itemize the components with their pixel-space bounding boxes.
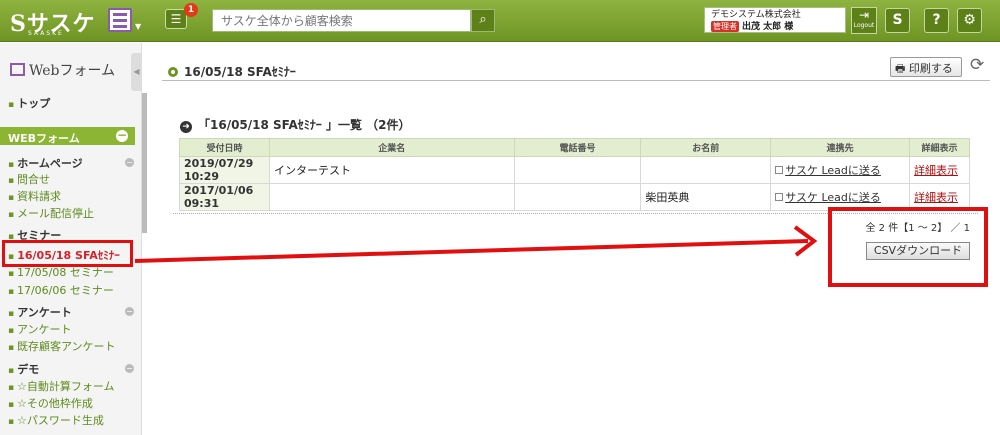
account-info: デモシステム株式会社 管理者 出茂 太郎 様 [704, 7, 846, 33]
search-icon[interactable]: ⌕ [471, 9, 495, 32]
sidebar-item-document-request[interactable]: 資料請求 [8, 188, 61, 204]
detail-link[interactable]: 詳細表示 [914, 191, 958, 204]
role-badge: 管理者 [711, 21, 739, 32]
saaske-icon[interactable]: S [885, 8, 910, 33]
column-header: 受付日時 [179, 138, 270, 157]
sidebar-item-inquiry[interactable]: 問合せ [8, 171, 50, 187]
column-header: お名前 [640, 138, 772, 157]
chevron-down-icon[interactable]: ▼ [135, 22, 141, 31]
cell-date: 2017/01/06 09:31 [179, 183, 270, 211]
annotation-highlight-box [828, 207, 988, 287]
sidebar-collapse-handle[interactable]: ◀ [131, 53, 142, 91]
column-header: 電話番号 [513, 138, 642, 157]
cell-detail: 詳細表示 [909, 156, 970, 184]
sidebar-item-auto-calc[interactable]: ☆自動計算フォーム [8, 378, 115, 394]
sidebar-group-survey[interactable]: アンケート [8, 304, 72, 320]
user-name: 出茂 太郎 様 [742, 22, 794, 32]
send-lead-link[interactable]: サスケ Leadに送る [785, 164, 881, 177]
refresh-icon[interactable]: ⟳ [970, 55, 984, 75]
list-title: ➜ 「16/05/18 SFAｾﾐﾅｰ 」一覧 （2件） [180, 116, 411, 133]
column-header: 詳細表示 [909, 138, 970, 157]
cell-phone [513, 156, 642, 184]
company-name: デモシステム株式会社 [711, 10, 801, 20]
annotation-arrow-head [793, 225, 818, 257]
circle-icon [168, 67, 178, 77]
sidebar-item-customer-survey[interactable]: 既存顧客アンケート [8, 338, 116, 354]
sidebar-title: Webフォーム [10, 60, 115, 80]
cell-company [268, 183, 515, 211]
cell-phone [513, 183, 642, 211]
logout-button[interactable]: ⇥ Logout [851, 7, 877, 34]
collapse-icon[interactable]: − [125, 158, 134, 167]
divider [162, 80, 990, 81]
sidebar-group-homepage[interactable]: ホームページ [8, 155, 82, 171]
annotation-arrow-line [134, 239, 809, 263]
cell-date: 2019/07/29 10:29 [179, 156, 270, 184]
table-row: 2019/07/29 10:29 インターテスト サスケ Leadに送る 詳細表… [179, 156, 970, 184]
entries-table: 受付日時 企業名 電話番号 お名前 連携先 詳細表示 2019/07/29 10… [179, 138, 970, 211]
arrow-right-icon: ➜ [180, 121, 192, 133]
sidebar-item-unsubscribe[interactable]: メール配信停止 [8, 205, 94, 221]
gear-icon[interactable]: ⚙ [957, 8, 982, 33]
doc-icon [775, 193, 784, 201]
logout-icon: ⇥ [858, 8, 870, 22]
sidebar-item-password[interactable]: ☆パスワード生成 [8, 412, 104, 428]
logout-label: Logout [853, 22, 875, 29]
collapse-icon[interactable]: − [125, 307, 134, 316]
page-title: 16/05/18 SFAｾﾐﾅｰ [168, 63, 296, 80]
collapse-icon[interactable]: − [116, 129, 128, 142]
printer-icon: 🖶 [895, 62, 906, 75]
top-bar: Sサスケ SAASKE ▼ ☰ 1 ⌕ デモシステム株式会社 管理者出茂 太郎 … [0, 0, 1000, 42]
help-icon[interactable]: ? [924, 8, 949, 33]
print-button[interactable]: 🖶 印刷する [890, 57, 962, 77]
cell-name: 柴田英典 [640, 183, 772, 211]
column-header: 連携先 [770, 138, 911, 157]
sidebar-item-survey[interactable]: アンケート [8, 321, 72, 337]
column-header: 企業名 [268, 138, 515, 157]
doc-icon [775, 166, 784, 174]
annotation-highlight-box [2, 240, 133, 267]
search-input[interactable] [212, 9, 471, 32]
cell-name [640, 156, 772, 184]
sidebar-item-top[interactable]: トップ [8, 95, 50, 111]
logo-subtext: SAASKE [28, 30, 64, 37]
detail-link[interactable]: 詳細表示 [914, 164, 958, 177]
sidebar-item-seminar-0508[interactable]: 17/05/08 セミナー [8, 264, 114, 280]
notification-badge: 1 [184, 3, 198, 17]
collapse-icon[interactable]: − [125, 364, 134, 373]
cell-company: インターテスト [268, 156, 515, 184]
sidebar-scrollbar[interactable] [142, 93, 147, 233]
send-lead-link[interactable]: サスケ Leadに送る [785, 191, 881, 204]
form-icon [10, 63, 25, 76]
app-menu-icon[interactable] [108, 8, 132, 32]
sidebar-item-seminar-0606[interactable]: 17/06/06 セミナー [8, 282, 114, 298]
cell-link: サスケ Leadに送る [770, 156, 911, 184]
sidebar-section-webform[interactable]: WEBフォーム − [0, 127, 135, 145]
sidebar-group-demo[interactable]: デモ [8, 361, 39, 377]
sidebar-item-other-frame[interactable]: ☆その他枠作成 [8, 395, 93, 411]
